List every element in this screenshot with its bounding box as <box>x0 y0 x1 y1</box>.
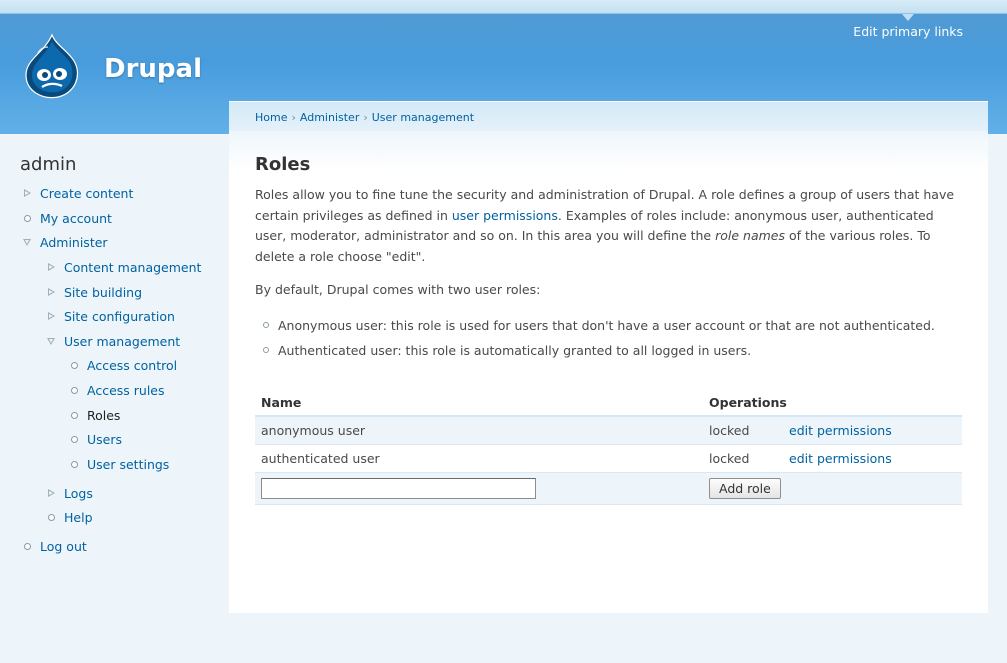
sidebar-item-label[interactable]: Site building <box>64 285 142 300</box>
breadcrumb: Home › Administer › User management <box>255 111 474 124</box>
sidebar-item-users[interactable]: Users <box>69 430 122 448</box>
drupal-logo[interactable] <box>20 33 84 99</box>
sidebar: admin Create content My account Administ… <box>0 134 228 663</box>
leaf-bullet-icon <box>69 434 79 444</box>
default-role-text: Anonymous user: this role is used for us… <box>278 317 935 333</box>
role-operation-cell: edit permissions <box>783 444 962 473</box>
sidebar-item-access-rules[interactable]: Access rules <box>69 381 165 399</box>
default-role-text: Authenticated user: this role is automat… <box>278 342 752 358</box>
leaf-bullet-icon <box>69 385 79 395</box>
user-permissions-link[interactable]: user permissions <box>452 208 558 223</box>
role-name-cell: authenticated user <box>255 444 703 473</box>
sidebar-item-label[interactable]: Log out <box>40 539 87 554</box>
edit-permissions-link[interactable]: edit permissions <box>789 451 892 466</box>
sidebar-item-label[interactable]: User settings <box>87 457 169 472</box>
sidebar-item-label[interactable]: Content management <box>64 260 201 275</box>
sidebar-item-label[interactable]: Site configuration <box>64 309 175 324</box>
sidebar-item-content-management[interactable]: Content management <box>46 258 201 276</box>
sidebar-item-log-out[interactable]: Log out <box>22 537 87 555</box>
sidebar-item-logs[interactable]: Logs <box>46 484 93 502</box>
sidebar-item-my-account[interactable]: My account <box>22 209 112 227</box>
sidebar-item-label[interactable]: Create content <box>40 186 133 201</box>
column-header-operations: Operations <box>703 389 962 417</box>
collapsed-arrow-icon <box>46 287 56 297</box>
sidebar-item-roles[interactable]: Roles <box>69 406 120 424</box>
sidebar-item-user-management[interactable]: User management <box>46 332 180 350</box>
sidebar-item-label[interactable]: User management <box>64 334 180 349</box>
sidebar-item-user-settings[interactable]: User settings <box>69 455 169 473</box>
default-roles-text: By default, Drupal comes with two user r… <box>255 282 541 297</box>
table-row: anonymous user locked edit permissions <box>255 416 962 445</box>
leaf-bullet-icon <box>46 512 56 522</box>
leaf-bullet-icon <box>69 360 79 370</box>
default-role-item: Anonymous user: this role is used for us… <box>263 316 935 334</box>
role-name-cell: anonymous user <box>255 416 703 445</box>
breadcrumb-home-link[interactable]: Home <box>255 111 287 124</box>
primary-links-notch <box>902 14 914 21</box>
edit-permissions-link[interactable]: edit permissions <box>789 423 892 438</box>
sidebar-item-create-content[interactable]: Create content <box>22 184 133 202</box>
expanded-arrow-icon <box>22 237 32 247</box>
edit-primary-links-link[interactable]: Edit primary links <box>853 24 963 39</box>
add-role-row: Add role <box>255 472 962 505</box>
content-fade <box>229 131 988 171</box>
add-role-button-cell: Add role <box>703 472 962 505</box>
collapsed-arrow-icon <box>46 488 56 498</box>
sidebar-item-access-control[interactable]: Access control <box>69 356 177 374</box>
sidebar-item-label[interactable]: My account <box>40 211 112 226</box>
breadcrumb-separator: › <box>291 111 296 124</box>
leaf-bullet-icon <box>69 459 79 469</box>
page-title: Roles <box>255 154 311 175</box>
breadcrumb-administer-link[interactable]: Administer <box>300 111 359 124</box>
breadcrumb-user-management-link[interactable]: User management <box>372 111 474 124</box>
leaf-bullet-icon <box>22 541 32 551</box>
sidebar-item-label[interactable]: Access control <box>87 358 177 373</box>
list-bullet-icon <box>263 347 269 353</box>
add-role-button[interactable]: Add role <box>709 477 781 499</box>
site-name[interactable]: Drupal <box>104 54 202 84</box>
roles-table: Name Operations anonymous user locked ed… <box>255 389 962 505</box>
collapsed-arrow-icon <box>46 311 56 321</box>
sidebar-item-label[interactable]: Help <box>64 510 93 525</box>
column-header-name: Name <box>255 389 703 417</box>
sidebar-item-label[interactable]: Administer <box>40 235 108 250</box>
leaf-bullet-icon <box>22 213 32 223</box>
expanded-arrow-icon <box>46 336 56 346</box>
top-bar <box>0 0 1007 14</box>
table-row: authenticated user locked edit permissio… <box>255 444 962 473</box>
role-status-cell: locked <box>703 444 783 473</box>
sidebar-item-site-configuration[interactable]: Site configuration <box>46 307 175 325</box>
intro-paragraph: Roles allow you to fine tune the securit… <box>255 185 965 267</box>
table-header-row: Name Operations <box>255 389 962 417</box>
sidebar-user-name: admin <box>20 154 77 175</box>
sidebar-item-label[interactable]: Users <box>87 432 122 447</box>
breadcrumb-separator: › <box>363 111 368 124</box>
sidebar-item-site-building[interactable]: Site building <box>46 283 142 301</box>
collapsed-arrow-icon <box>46 262 56 272</box>
sidebar-item-administer[interactable]: Administer <box>22 233 108 251</box>
leaf-bullet-icon <box>69 410 79 420</box>
sidebar-item-label[interactable]: Roles <box>87 408 120 423</box>
collapsed-arrow-icon <box>22 188 32 198</box>
new-role-name-input[interactable] <box>261 477 536 499</box>
sidebar-item-label[interactable]: Access rules <box>87 383 165 398</box>
intro-emphasis: role names <box>715 228 785 243</box>
role-operation-cell: edit permissions <box>783 416 962 445</box>
role-status-cell: locked <box>703 416 783 445</box>
new-role-input-cell <box>255 472 703 505</box>
sidebar-item-help[interactable]: Help <box>46 508 93 526</box>
list-bullet-icon <box>263 322 269 328</box>
sidebar-item-label[interactable]: Logs <box>64 486 93 501</box>
default-role-item: Authenticated user: this role is automat… <box>263 341 751 359</box>
main-content: Home › Administer › User management Roles Ro… <box>229 101 988 613</box>
